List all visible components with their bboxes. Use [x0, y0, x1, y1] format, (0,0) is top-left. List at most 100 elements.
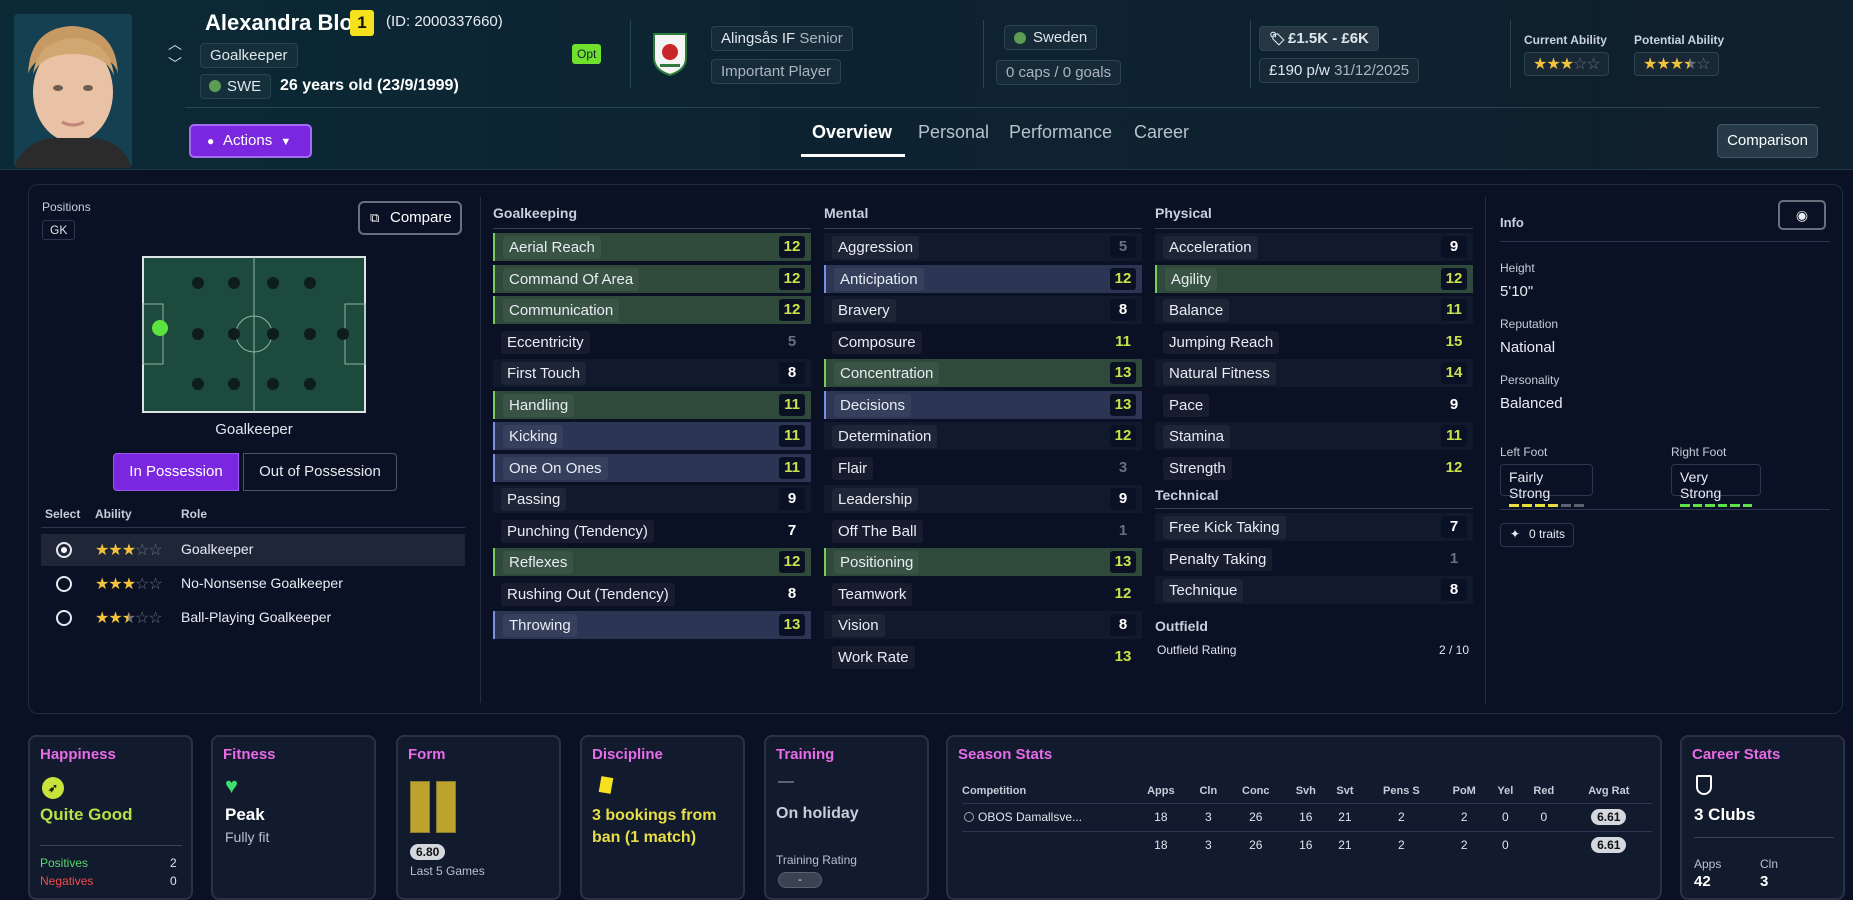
- radio-button[interactable]: [56, 576, 72, 592]
- career-stats-card[interactable]: Career Stats 3 Clubs Apps 42 Cln 3: [1680, 735, 1845, 900]
- attribute-row[interactable]: Flair 3: [824, 454, 1142, 482]
- discipline-card[interactable]: Discipline 3 bookings from ban (1 match): [580, 735, 745, 900]
- nation-flag-icon: [1014, 32, 1026, 44]
- star-empty-icon: ☆: [135, 576, 149, 593]
- attribute-row[interactable]: Vision 8: [824, 611, 1142, 639]
- season-competition: [962, 831, 1132, 859]
- attribute-name: Punching (Tendency): [501, 519, 654, 543]
- attribute-value: 13: [1110, 645, 1136, 668]
- season-stats-card[interactable]: Season Stats Competition Apps Cln Conc Svh Sv…: [946, 735, 1662, 900]
- chevron-up-icon[interactable]: ︿: [168, 34, 182, 54]
- attribute-row[interactable]: Jumping Reach 15: [1155, 328, 1473, 356]
- role-row[interactable]: ★★★☆☆ Goalkeeper: [41, 534, 465, 566]
- attribute-row[interactable]: Off The Ball 1: [824, 517, 1142, 545]
- tab-career[interactable]: Career: [1134, 122, 1189, 143]
- attribute-row[interactable]: Pace 9: [1155, 391, 1473, 419]
- attribute-row[interactable]: Rushing Out (Tendency) 8: [493, 580, 811, 608]
- attribute-row[interactable]: Reflexes 12: [493, 548, 811, 576]
- season-row[interactable]: 18 3 26 16 21 2 2 0 6.61: [962, 831, 1652, 859]
- attribute-row[interactable]: First Touch 8: [493, 359, 811, 387]
- right-foot-label: Right Foot: [1671, 445, 1727, 459]
- attribute-row[interactable]: Passing 9: [493, 485, 811, 513]
- season-cell: 18: [1154, 838, 1168, 853]
- attribute-row[interactable]: Leadership 9: [824, 485, 1142, 513]
- attribute-row[interactable]: Stamina 11: [1155, 422, 1473, 450]
- attribute-row[interactable]: Bravery 8: [824, 296, 1142, 324]
- attribute-name: Rushing Out (Tendency): [501, 582, 675, 606]
- out-of-possession-toggle[interactable]: Out of Possession: [243, 453, 397, 491]
- season-row[interactable]: OBOS Damallsve... 18 3 26 16 21 2 2 0 0 6.61: [962, 803, 1652, 831]
- happiness-card[interactable]: Happiness ➶ Quite Good Positives 2 Negat…: [28, 735, 193, 900]
- fitness-card[interactable]: Fitness ♥ Peak Fully fit: [211, 735, 376, 900]
- attribute-row[interactable]: Anticipation 12: [824, 264, 1142, 293]
- attribute-row[interactable]: Composure 11: [824, 328, 1142, 356]
- attribute-row[interactable]: Kicking 11: [493, 422, 811, 450]
- attribute-value: 12: [779, 299, 805, 321]
- attribute-row[interactable]: One On Ones 11: [493, 453, 811, 482]
- attribute-value: 9: [1441, 236, 1467, 258]
- negatives-count: 0: [170, 874, 177, 888]
- attribute-value: 11: [1110, 330, 1136, 353]
- negatives-label: Negatives: [40, 874, 94, 888]
- attribute-row[interactable]: Communication 12: [493, 296, 811, 324]
- radio-button[interactable]: [56, 542, 72, 558]
- comparison-button[interactable]: Comparison: [1717, 124, 1818, 158]
- attribute-row[interactable]: Positioning 13: [824, 548, 1142, 576]
- attribute-row[interactable]: Technique 8: [1155, 576, 1473, 604]
- wage-pill: £190 p/w 31/12/2025: [1259, 58, 1420, 83]
- left-foot-bar: [1509, 504, 1584, 507]
- attribute-row[interactable]: Agility 12: [1155, 264, 1473, 293]
- col-role: Role: [181, 507, 208, 521]
- tab-performance[interactable]: Performance: [1009, 122, 1112, 143]
- star-empty-icon: ☆: [148, 610, 162, 627]
- actions-button[interactable]: ● Actions ▼: [189, 124, 312, 158]
- attribute-row[interactable]: Determination 12: [824, 422, 1142, 450]
- star-empty-icon: ☆: [1586, 56, 1600, 73]
- attribute-name: Leadership: [832, 488, 919, 511]
- in-possession-toggle[interactable]: In Possession: [113, 453, 239, 491]
- attribute-row[interactable]: Punching (Tendency) 7: [493, 517, 811, 545]
- value-range: £1.5K - £6K: [1288, 30, 1369, 47]
- attribute-name: Command Of Area: [503, 267, 640, 291]
- tab-overview[interactable]: Overview: [812, 122, 892, 143]
- form-card[interactable]: Form 6.80 Last 5 Games: [396, 735, 561, 900]
- attribute-name: Penalty Taking: [1163, 547, 1273, 571]
- attribute-name: Strength: [1163, 456, 1232, 480]
- attribute-row[interactable]: Decisions 13: [824, 390, 1142, 419]
- compare-button[interactable]: ⧉ Compare: [358, 201, 462, 235]
- nation-team-pill[interactable]: Sweden: [1004, 25, 1098, 50]
- radio-button[interactable]: [56, 610, 72, 626]
- foot-level-segment: [1574, 504, 1584, 507]
- attribute-row[interactable]: Penalty Taking 1: [1155, 545, 1473, 573]
- attribute-row[interactable]: Aerial Reach 12: [493, 233, 811, 261]
- attribute-row[interactable]: Acceleration 9: [1155, 233, 1473, 261]
- attribute-row[interactable]: Concentration 13: [824, 359, 1142, 387]
- season-cell: 26: [1249, 838, 1263, 853]
- foot-level-segment: [1680, 504, 1690, 507]
- attribute-value: 9: [1441, 393, 1467, 416]
- chevron-down-icon[interactable]: ﹀: [168, 54, 182, 74]
- staff-report-icon[interactable]: ◉: [1778, 200, 1826, 230]
- attribute-row[interactable]: Aggression 5: [824, 233, 1142, 261]
- attribute-row[interactable]: Throwing 13: [493, 611, 811, 639]
- attribute-row[interactable]: Balance 11: [1155, 296, 1473, 324]
- attribute-value: 14: [1441, 362, 1467, 384]
- attribute-row[interactable]: Teamwork 12: [824, 580, 1142, 608]
- tab-personal[interactable]: Personal: [918, 122, 989, 143]
- player-id: (ID: 2000337660): [386, 13, 503, 30]
- attribute-row[interactable]: Command Of Area 12: [493, 264, 811, 293]
- role-row[interactable]: ★★★☆☆ No-Nonsense Goalkeeper: [41, 568, 465, 600]
- attribute-row[interactable]: Work Rate 13: [824, 643, 1142, 671]
- attribute-row[interactable]: Natural Fitness 14: [1155, 359, 1473, 387]
- attribute-row[interactable]: Strength 12: [1155, 454, 1473, 482]
- club-pill[interactable]: Alingsås IF Senior: [711, 26, 853, 51]
- attribute-row[interactable]: Eccentricity 5: [493, 328, 811, 356]
- training-card[interactable]: Training — On holiday Training Rating -: [764, 735, 929, 900]
- star-full-icon: ★: [95, 576, 109, 593]
- attribute-row[interactable]: Handling 11: [493, 390, 811, 419]
- attribute-row[interactable]: Free Kick Taking 7: [1155, 513, 1473, 541]
- traits-pill[interactable]: ✦ 0 traits: [1500, 523, 1575, 547]
- attribute-name: Jumping Reach: [1163, 330, 1280, 354]
- star-full-icon: ★: [95, 542, 109, 559]
- role-row[interactable]: ★★★☆☆ Ball-Playing Goalkeeper: [41, 602, 465, 634]
